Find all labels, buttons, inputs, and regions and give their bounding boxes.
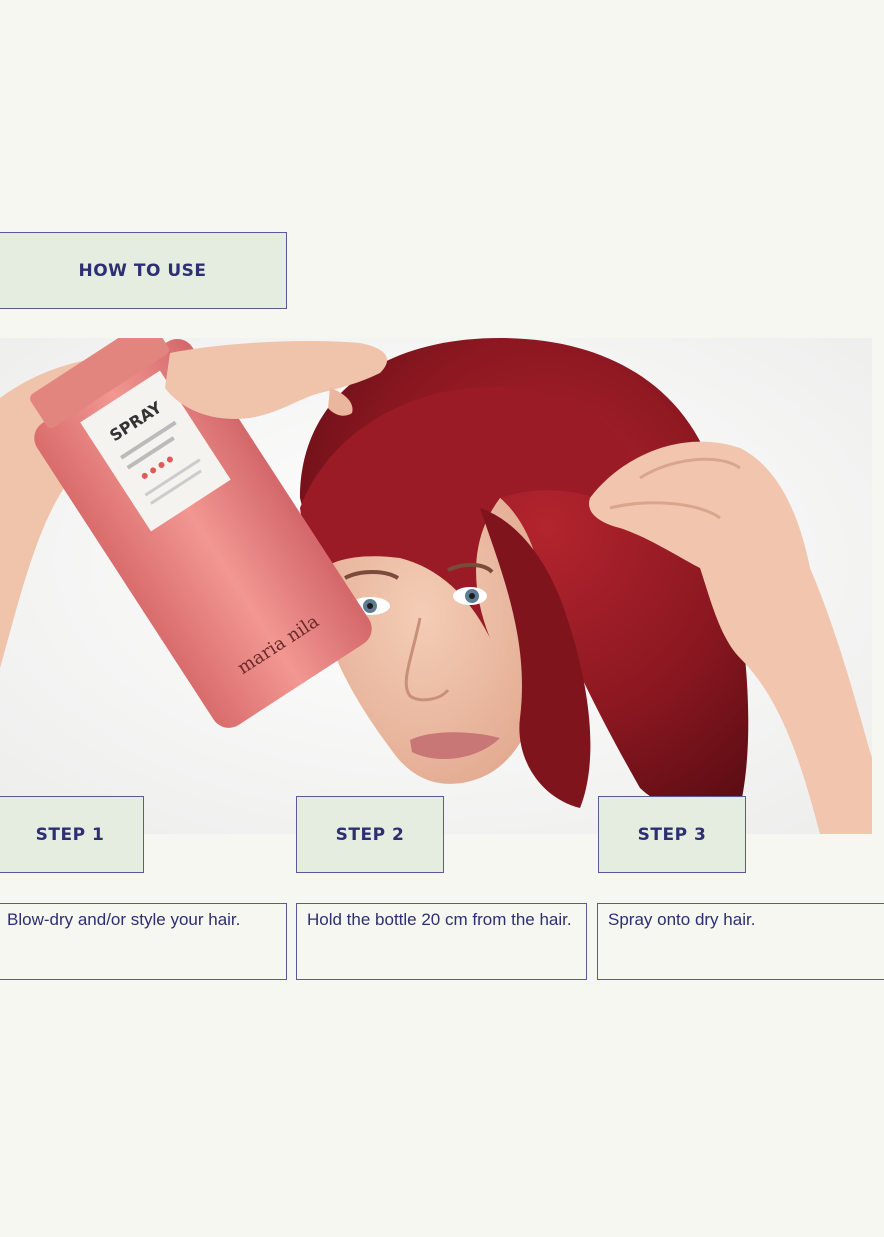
step-2-text: Hold the bottle 20 cm from the hair.	[307, 910, 572, 929]
how-to-use-title: HOW TO USE	[78, 260, 207, 281]
step-1-label: STEP 1	[0, 796, 144, 873]
step-2-label: STEP 2	[296, 796, 444, 873]
step-1-description: Blow-dry and/or style your hair.	[0, 903, 287, 980]
step-3-text: Spray onto dry hair.	[608, 910, 756, 929]
step-2-label-text: STEP 2	[335, 824, 405, 845]
usage-illustration: SPRAY maria nila	[0, 338, 872, 834]
step-3-label-text: STEP 3	[637, 824, 707, 845]
product-usage-photo: SPRAY maria nila	[0, 338, 872, 834]
step-3-description: Spray onto dry hair.	[597, 903, 884, 980]
how-to-use-heading: HOW TO USE	[0, 232, 287, 309]
step-1-label-text: STEP 1	[35, 824, 105, 845]
step-2-description: Hold the bottle 20 cm from the hair.	[296, 903, 587, 980]
step-1-text: Blow-dry and/or style your hair.	[7, 910, 241, 929]
step-3-label: STEP 3	[598, 796, 746, 873]
